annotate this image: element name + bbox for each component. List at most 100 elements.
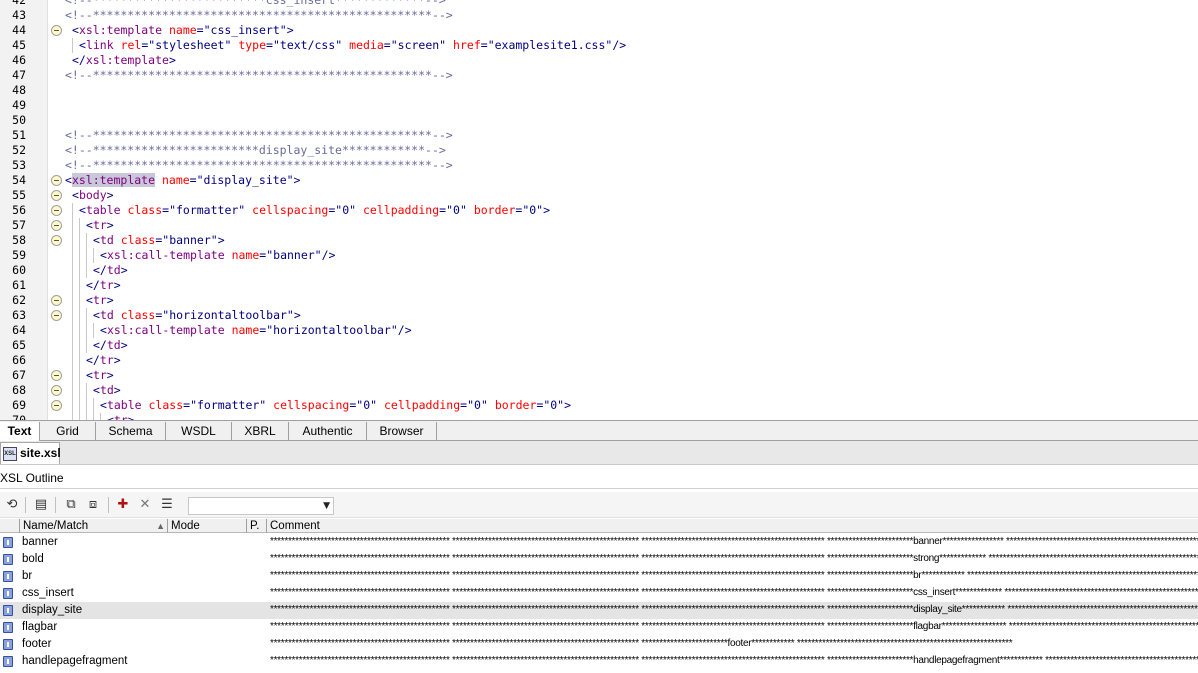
document-tab-site-xsl[interactable]: XSL site.xsl bbox=[0, 442, 61, 464]
tab-authentic[interactable]: Authentic bbox=[289, 422, 367, 441]
xsl-file-icon: XSL bbox=[3, 447, 17, 461]
fold-toggle-icon[interactable] bbox=[51, 400, 62, 411]
code-line[interactable]: 53 <!--**********************************… bbox=[0, 158, 1198, 173]
tab-browser[interactable]: Browser bbox=[367, 422, 437, 441]
code-line[interactable]: 44 <xsl:template name="css_insert"> bbox=[0, 23, 1198, 38]
outline-row[interactable]: css_insert ******************************… bbox=[0, 585, 1198, 602]
code-line[interactable]: 67 <tr> bbox=[0, 368, 1198, 383]
code-line[interactable]: 57 <tr> bbox=[0, 218, 1198, 233]
code-text: <body> bbox=[72, 188, 114, 202]
fold-toggle-icon[interactable] bbox=[51, 385, 62, 396]
code-line[interactable]: 49 bbox=[0, 98, 1198, 113]
fold-toggle-icon[interactable] bbox=[51, 190, 62, 201]
code-line[interactable]: 54 <xsl:template name="display_site"> bbox=[0, 173, 1198, 188]
template-icon bbox=[3, 656, 13, 667]
line-number: 42 bbox=[12, 0, 26, 7]
template-name: css_insert bbox=[22, 587, 74, 599]
indent-guide bbox=[79, 383, 80, 398]
template-icon bbox=[3, 639, 13, 650]
code-line[interactable]: 51 <!--**********************************… bbox=[0, 128, 1198, 143]
indent-guide bbox=[79, 218, 80, 233]
indent-guide bbox=[72, 413, 73, 420]
fold-toggle-icon[interactable] bbox=[51, 205, 62, 216]
code-line[interactable]: 65 </td> bbox=[0, 338, 1198, 353]
column-mode[interactable]: Mode bbox=[167, 519, 246, 533]
list-icon[interactable]: ☰ bbox=[158, 496, 176, 514]
fold-toggle-icon[interactable] bbox=[51, 175, 62, 186]
outline-row[interactable]: flagbar *********************************… bbox=[0, 619, 1198, 636]
code-line[interactable]: 52 <!--************************display_si… bbox=[0, 143, 1198, 158]
fold-toggle-icon[interactable] bbox=[51, 25, 62, 36]
outline-row[interactable]: handlepagefragment **********************… bbox=[0, 653, 1198, 670]
code-editor[interactable]: 42 <!--*************************css_inser… bbox=[0, 0, 1198, 420]
code-line[interactable]: 45 <link rel="stylesheet" type="text/css"… bbox=[0, 38, 1198, 53]
outline-row[interactable]: display_site ****************************… bbox=[0, 602, 1198, 619]
line-number: 67 bbox=[12, 368, 26, 382]
column-comment[interactable]: Comment bbox=[266, 519, 1198, 533]
expand-icon[interactable]: ⧉ bbox=[62, 496, 80, 514]
tab-grid[interactable]: Grid bbox=[40, 422, 96, 441]
outline-row[interactable]: banner **********************************… bbox=[0, 534, 1198, 551]
toolbar-separator bbox=[25, 497, 26, 513]
fold-toggle-icon[interactable] bbox=[51, 310, 62, 321]
code-line[interactable]: 60 </td> bbox=[0, 263, 1198, 278]
code-line[interactable]: 58 <td class="banner"> bbox=[0, 233, 1198, 248]
code-line[interactable]: 56 <table class="formatter" cellspacing="… bbox=[0, 203, 1198, 218]
indent-guide bbox=[93, 398, 94, 413]
fold-toggle-icon[interactable] bbox=[51, 370, 62, 381]
template-comment: ****************************************… bbox=[270, 587, 1198, 598]
fold-toggle-icon[interactable] bbox=[51, 220, 62, 231]
tab-xbrl[interactable]: XBRL bbox=[232, 422, 289, 441]
tab-wsdl[interactable]: WSDL bbox=[166, 422, 232, 441]
indent-guide bbox=[86, 308, 87, 323]
fold-toggle-icon[interactable] bbox=[51, 295, 62, 306]
code-line[interactable]: 66 </tr> bbox=[0, 353, 1198, 368]
template-name: footer bbox=[22, 638, 52, 650]
code-line[interactable]: 55 <body> bbox=[0, 188, 1198, 203]
code-line[interactable]: 69 <table class="formatter" cellspacing="… bbox=[0, 398, 1198, 413]
sync-icon[interactable]: ⟲ bbox=[3, 496, 21, 514]
tab-schema[interactable]: Schema bbox=[96, 422, 166, 441]
code-line[interactable]: 62 <tr> bbox=[0, 293, 1198, 308]
code-line[interactable]: 68 <td> bbox=[0, 383, 1198, 398]
toolbar-separator bbox=[108, 497, 109, 513]
line-number: 65 bbox=[12, 338, 26, 352]
code-line[interactable]: 61 </tr> bbox=[0, 278, 1198, 293]
outline-row[interactable]: footer **********************************… bbox=[0, 636, 1198, 653]
code-line[interactable]: 70 <tr> bbox=[0, 413, 1198, 420]
fold-toggle-icon[interactable] bbox=[51, 235, 62, 246]
xslt-template-icon[interactable]: ▤ bbox=[32, 496, 50, 514]
indent-guide bbox=[72, 248, 73, 263]
column-priority[interactable]: P. bbox=[246, 519, 266, 533]
indent-guide bbox=[79, 338, 80, 353]
code-line[interactable]: 47 <!--**********************************… bbox=[0, 68, 1198, 83]
indent-guide bbox=[72, 278, 73, 293]
code-line[interactable]: 48 bbox=[0, 83, 1198, 98]
code-line[interactable]: 46 </xsl:template> bbox=[0, 53, 1198, 68]
indent-guide bbox=[93, 323, 94, 338]
outline-filter-select[interactable]: ▼ bbox=[188, 497, 334, 515]
indent-guide bbox=[72, 308, 73, 323]
code-line[interactable]: 43 <!--**********************************… bbox=[0, 8, 1198, 23]
line-number: 70 bbox=[12, 413, 26, 420]
collapse-icon[interactable]: ⧈ bbox=[84, 496, 102, 514]
outline-row[interactable]: br **************************************… bbox=[0, 568, 1198, 585]
code-line[interactable]: 42 <!--*************************css_inser… bbox=[0, 0, 1198, 8]
code-text: <table class="formatter" cellspacing="0"… bbox=[100, 398, 572, 412]
tab-text[interactable]: Text bbox=[0, 422, 40, 441]
code-text: <tr> bbox=[86, 368, 114, 382]
code-line[interactable]: 63 <td class="horizontaltoolbar"> bbox=[0, 308, 1198, 323]
code-line[interactable]: 50 bbox=[0, 113, 1198, 128]
template-name: bold bbox=[22, 553, 44, 565]
line-number: 49 bbox=[12, 98, 26, 112]
column-name-match[interactable]: Name/Match ▲ bbox=[19, 519, 167, 533]
code-line[interactable]: 64 <xsl:call-template name="horizontaltoo… bbox=[0, 323, 1198, 338]
code-line[interactable]: 59 <xsl:call-template name="banner"/> bbox=[0, 248, 1198, 263]
template-comment: ****************************************… bbox=[270, 604, 1198, 615]
indent-guide bbox=[79, 353, 80, 368]
delete-icon[interactable]: ✕ bbox=[136, 496, 154, 514]
red-template-icon[interactable]: ✚ bbox=[114, 496, 132, 514]
indent-guide bbox=[86, 233, 87, 248]
outline-row[interactable]: bold ************************************… bbox=[0, 551, 1198, 568]
document-tab-bar: XSL site.xsl bbox=[0, 441, 1198, 465]
